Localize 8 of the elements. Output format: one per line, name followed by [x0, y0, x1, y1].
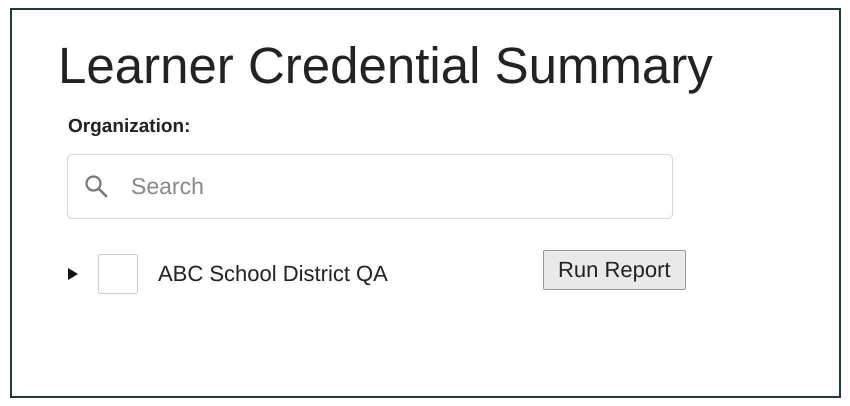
- checkbox[interactable]: [98, 254, 138, 294]
- page-title: Learner Credential Summary: [58, 38, 714, 94]
- search-field[interactable]: Search: [67, 154, 673, 220]
- run-report-button[interactable]: Run Report: [543, 250, 686, 290]
- search-icon: [84, 174, 108, 198]
- expand-toggle-icon[interactable]: [67, 267, 79, 282]
- organization-name: ABC School District QA: [158, 261, 389, 288]
- organization-label: Organization:: [68, 116, 190, 138]
